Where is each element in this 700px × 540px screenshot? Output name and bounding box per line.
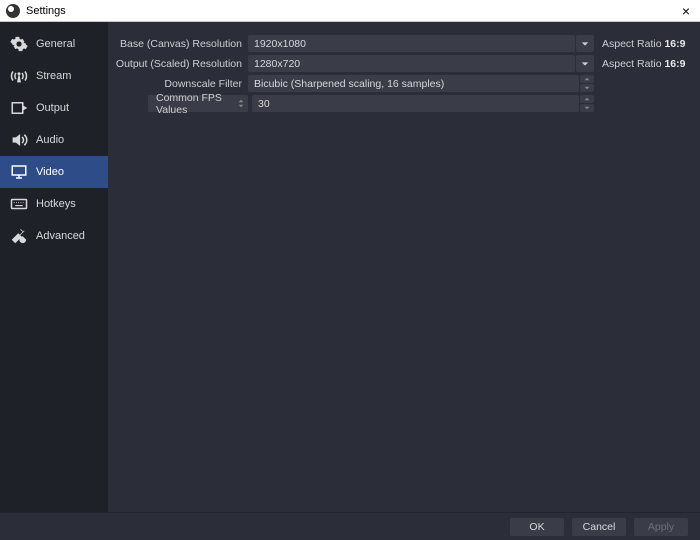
monitor-icon xyxy=(10,163,28,181)
apply-button: Apply xyxy=(634,518,688,536)
output-resolution-dropdown-button[interactable] xyxy=(576,55,594,72)
base-resolution-value[interactable]: 1920x1080 xyxy=(248,35,575,52)
row-fps: Common FPS Values 30 xyxy=(108,94,692,113)
sidebar-item-label: Hotkeys xyxy=(36,198,76,210)
cancel-button[interactable]: Cancel xyxy=(572,518,626,536)
sidebar-item-label: Advanced xyxy=(36,230,85,242)
output-aspect-ratio: Aspect Ratio 16:9 xyxy=(594,58,692,70)
sidebar-item-label: Stream xyxy=(36,70,71,82)
sidebar-item-hotkeys[interactable]: Hotkeys xyxy=(0,188,108,220)
sidebar-item-label: General xyxy=(36,38,75,50)
app-icon xyxy=(6,4,20,18)
sidebar-item-advanced[interactable]: Advanced xyxy=(0,220,108,252)
settings-video-panel: Base (Canvas) Resolution 1920x1080 Aspec… xyxy=(108,22,700,512)
label-base-resolution: Base (Canvas) Resolution xyxy=(108,38,248,50)
sidebar-item-general[interactable]: General xyxy=(0,28,108,60)
chevron-up-icon[interactable] xyxy=(580,75,594,83)
output-resolution-value[interactable]: 1280x720 xyxy=(248,55,575,72)
sidebar-item-audio[interactable]: Audio xyxy=(0,124,108,156)
dialog-footer: OK Cancel Apply xyxy=(0,512,700,540)
window-title: Settings xyxy=(26,5,66,17)
keyboard-icon xyxy=(10,195,28,213)
ok-button[interactable]: OK xyxy=(510,518,564,536)
gear-icon xyxy=(10,35,28,53)
chevron-down-icon xyxy=(238,104,244,108)
label-output-resolution: Output (Scaled) Resolution xyxy=(108,58,248,70)
sidebar-item-label: Video xyxy=(36,166,64,178)
base-resolution-dropdown-button[interactable] xyxy=(576,35,594,52)
sidebar: General Stream Output Audio Video xyxy=(0,22,108,512)
antenna-icon xyxy=(10,67,28,85)
sidebar-item-label: Output xyxy=(36,102,69,114)
output-icon xyxy=(10,99,28,117)
label-downscale-filter: Downscale Filter xyxy=(108,78,248,90)
speaker-icon xyxy=(10,131,28,149)
fps-type-select[interactable]: Common FPS Values xyxy=(148,95,248,112)
sidebar-item-label: Audio xyxy=(36,134,64,146)
sidebar-item-video[interactable]: Video xyxy=(0,156,108,188)
titlebar: Settings × xyxy=(0,0,700,22)
sidebar-item-output[interactable]: Output xyxy=(0,92,108,124)
chevron-up-icon[interactable] xyxy=(580,95,594,103)
downscale-filter-select[interactable]: Bicubic (Sharpened scaling, 16 samples) xyxy=(248,75,579,92)
chevron-down-icon[interactable] xyxy=(580,84,594,92)
fps-value-spinner[interactable] xyxy=(580,95,594,112)
chevron-down-icon[interactable] xyxy=(580,104,594,112)
tools-icon xyxy=(10,227,28,245)
row-output-resolution: Output (Scaled) Resolution 1280x720 Aspe… xyxy=(108,54,692,73)
chevron-up-icon xyxy=(238,99,244,103)
close-icon[interactable]: × xyxy=(678,4,694,18)
chevron-down-icon xyxy=(581,40,589,48)
sidebar-item-stream[interactable]: Stream xyxy=(0,60,108,92)
window-body: General Stream Output Audio Video xyxy=(0,22,700,512)
row-base-resolution: Base (Canvas) Resolution 1920x1080 Aspec… xyxy=(108,34,692,53)
downscale-filter-spinner[interactable] xyxy=(580,75,594,92)
row-downscale-filter: Downscale Filter Bicubic (Sharpened scal… xyxy=(108,74,692,93)
fps-value-select[interactable]: 30 xyxy=(252,95,579,112)
base-aspect-ratio: Aspect Ratio 16:9 xyxy=(594,38,692,50)
chevron-down-icon xyxy=(581,60,589,68)
